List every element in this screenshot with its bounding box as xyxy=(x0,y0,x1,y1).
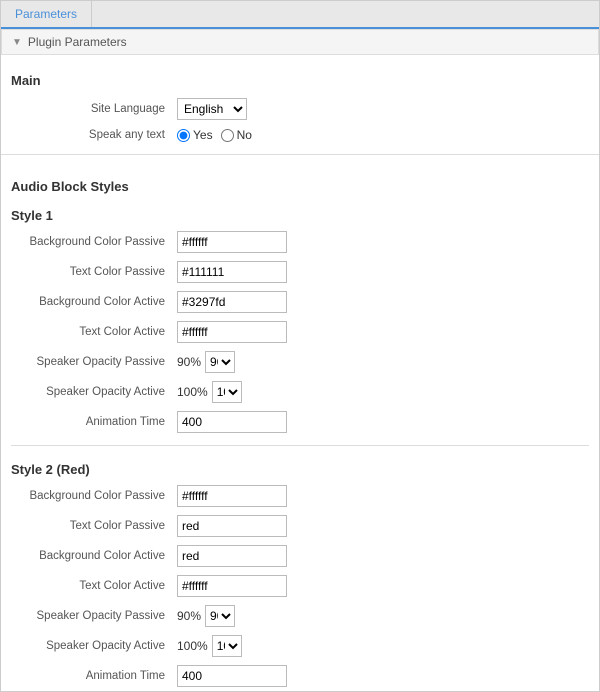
speak-yes-label[interactable]: Yes xyxy=(177,128,213,142)
speak-any-text-value-cell: Yes No xyxy=(171,124,589,146)
style2-speaker-opacity-passive-row: Speaker Opacity Passive 90% 90% 80% 70% … xyxy=(11,601,589,631)
divider-main xyxy=(1,154,599,155)
style2-bg-passive-label: Background Color Passive xyxy=(11,481,171,511)
speak-no-label[interactable]: No xyxy=(221,128,252,142)
style1-speaker-opacity-active-label: Speaker Opacity Active xyxy=(11,377,171,407)
style2-speaker-opacity-active-select[interactable]: 100% 90% 80% 70% xyxy=(212,635,242,657)
style2-animation-time-input[interactable] xyxy=(177,665,287,687)
style1-speaker-opacity-active-row: Speaker Opacity Active 100% 100% 90% 80%… xyxy=(11,377,589,407)
section-label: Plugin Parameters xyxy=(28,35,127,49)
style1-speaker-opacity-active-select[interactable]: 100% 90% 80% 70% xyxy=(212,381,242,403)
speak-any-text-row: Speak any text Yes No xyxy=(11,124,589,146)
style1-text-active-value-cell xyxy=(171,317,589,347)
style1-title: Style 1 xyxy=(11,200,589,227)
site-language-select[interactable]: English French German Spanish xyxy=(177,98,247,120)
style1-text-passive-label: Text Color Passive xyxy=(11,257,171,287)
style2-bg-active-input[interactable] xyxy=(177,545,287,567)
style2-animation-time-label: Animation Time xyxy=(11,661,171,691)
style2-animation-time-value-cell xyxy=(171,661,589,691)
speak-no-text: No xyxy=(237,128,252,142)
site-language-label: Site Language xyxy=(11,94,171,124)
style1-text-active-row: Text Color Active xyxy=(11,317,589,347)
style1-speaker-opacity-passive-select[interactable]: 90% 80% 70% 60% 50% 100% xyxy=(205,351,235,373)
site-language-row: Site Language English French German Span… xyxy=(11,94,589,124)
style1-opacity-passive-text: 90% xyxy=(177,355,201,369)
audio-block-title: Audio Block Styles xyxy=(11,169,589,200)
site-language-value-cell: English French German Spanish xyxy=(171,94,589,124)
style2-text-passive-value-cell xyxy=(171,511,589,541)
speak-no-radio[interactable] xyxy=(221,129,234,142)
audio-block-section: Audio Block Styles Style 1 Background Co… xyxy=(1,163,599,691)
arrow-icon: ▼ xyxy=(12,37,22,48)
style2-text-active-input[interactable] xyxy=(177,575,287,597)
style1-speaker-opacity-passive-value-cell: 90% 90% 80% 70% 60% 50% 100% xyxy=(171,347,589,377)
style2-text-passive-input[interactable] xyxy=(177,515,287,537)
style1-bg-active-label: Background Color Active xyxy=(11,287,171,317)
style2-text-passive-row: Text Color Passive xyxy=(11,511,589,541)
style2-text-active-value-cell xyxy=(171,571,589,601)
style1-speaker-opacity-passive-label: Speaker Opacity Passive xyxy=(11,347,171,377)
style1-bg-passive-row: Background Color Passive xyxy=(11,227,589,257)
style1-bg-passive-label: Background Color Passive xyxy=(11,227,171,257)
style1-animation-time-input[interactable] xyxy=(177,411,287,433)
style1-animation-time-label: Animation Time xyxy=(11,407,171,437)
style1-form-table: Background Color Passive Text Color Pass… xyxy=(11,227,589,437)
style1-bg-passive-input[interactable] xyxy=(177,231,287,253)
style1-opacity-active-text: 100% xyxy=(177,385,208,399)
main-section: Main Site Language English French German… xyxy=(1,55,599,146)
style2-bg-passive-input[interactable] xyxy=(177,485,287,507)
style1-text-active-input[interactable] xyxy=(177,321,287,343)
style1-opacity-passive-group: 90% 90% 80% 70% 60% 50% 100% xyxy=(177,351,583,373)
divider-style1-style2 xyxy=(11,445,589,446)
speak-yes-text: Yes xyxy=(193,128,213,142)
style2-speaker-opacity-passive-value-cell: 90% 90% 80% 70% 60% 50% 100% xyxy=(171,601,589,631)
style2-speaker-opacity-active-row: Speaker Opacity Active 100% 100% 90% 80%… xyxy=(11,631,589,661)
style2-text-active-row: Text Color Active xyxy=(11,571,589,601)
style2-bg-active-row: Background Color Active xyxy=(11,541,589,571)
style2-bg-active-label: Background Color Active xyxy=(11,541,171,571)
style2-speaker-opacity-active-label: Speaker Opacity Active xyxy=(11,631,171,661)
style2-bg-passive-value-cell xyxy=(171,481,589,511)
main-title: Main xyxy=(11,63,589,94)
style1-animation-time-value-cell xyxy=(171,407,589,437)
style1-opacity-active-group: 100% 100% 90% 80% 70% xyxy=(177,381,583,403)
speak-any-text-label: Speak any text xyxy=(11,124,171,146)
style2-opacity-passive-text: 90% xyxy=(177,609,201,623)
speak-any-text-radio-group: Yes No xyxy=(177,128,583,142)
style2-speaker-opacity-passive-select[interactable]: 90% 80% 70% 60% 50% 100% xyxy=(205,605,235,627)
style2-bg-passive-row: Background Color Passive xyxy=(11,481,589,511)
style2-opacity-active-group: 100% 100% 90% 80% 70% xyxy=(177,635,583,657)
style2-opacity-passive-group: 90% 90% 80% 70% 60% 50% 100% xyxy=(177,605,583,627)
style2-bg-active-value-cell xyxy=(171,541,589,571)
page-wrapper: Parameters ▼ Plugin Parameters Main Site… xyxy=(0,0,600,692)
tab-bar: Parameters xyxy=(1,1,599,29)
style2-title: Style 2 (Red) xyxy=(11,454,589,481)
speak-yes-radio[interactable] xyxy=(177,129,190,142)
main-form-table: Site Language English French German Span… xyxy=(11,94,589,146)
style1-text-passive-input[interactable] xyxy=(177,261,287,283)
style1-bg-active-value-cell xyxy=(171,287,589,317)
style1-text-passive-row: Text Color Passive xyxy=(11,257,589,287)
style1-speaker-opacity-active-value-cell: 100% 100% 90% 80% 70% xyxy=(171,377,589,407)
plugin-parameters-header[interactable]: ▼ Plugin Parameters xyxy=(1,29,599,55)
style1-animation-time-row: Animation Time xyxy=(11,407,589,437)
style1-bg-passive-value-cell xyxy=(171,227,589,257)
style1-bg-active-row: Background Color Active xyxy=(11,287,589,317)
style2-speaker-opacity-passive-label: Speaker Opacity Passive xyxy=(11,601,171,631)
style2-opacity-active-text: 100% xyxy=(177,639,208,653)
style2-form-table: Background Color Passive Text Color Pass… xyxy=(11,481,589,691)
style1-text-active-label: Text Color Active xyxy=(11,317,171,347)
style2-speaker-opacity-active-value-cell: 100% 100% 90% 80% 70% xyxy=(171,631,589,661)
tab-parameters[interactable]: Parameters xyxy=(1,1,92,27)
style1-speaker-opacity-passive-row: Speaker Opacity Passive 90% 90% 80% 70% … xyxy=(11,347,589,377)
style2-text-active-label: Text Color Active xyxy=(11,571,171,601)
style2-animation-time-row: Animation Time xyxy=(11,661,589,691)
style1-text-passive-value-cell xyxy=(171,257,589,287)
style1-bg-active-input[interactable] xyxy=(177,291,287,313)
style2-text-passive-label: Text Color Passive xyxy=(11,511,171,541)
